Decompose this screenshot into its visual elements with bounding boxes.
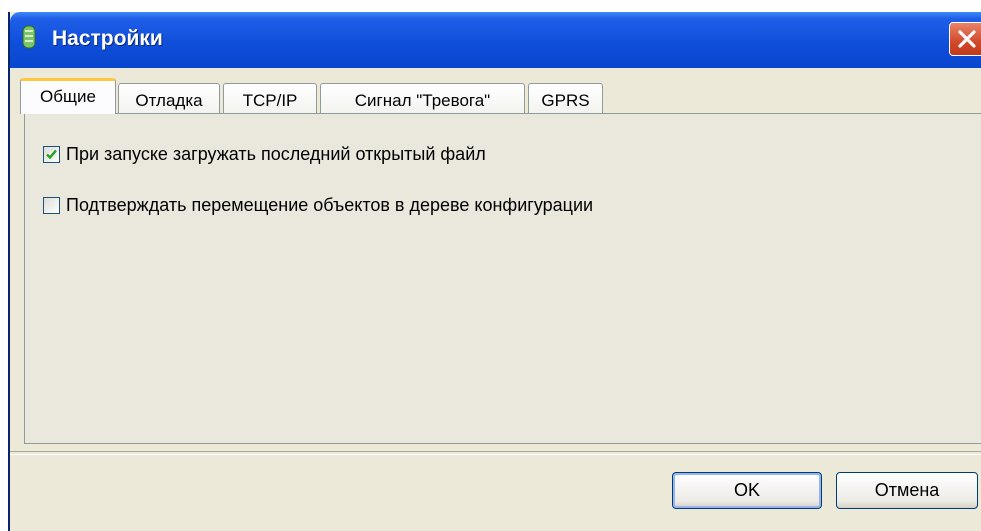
general-panel: При запуске загружать последний открытый… — [24, 113, 981, 444]
window-title: Настройки — [52, 27, 163, 50]
option-load-last-file[interactable]: При запуске загружать последний открытый… — [43, 144, 486, 165]
title-bar[interactable]: Настройки — [10, 12, 981, 68]
checkmark-icon — [46, 149, 57, 160]
tab-strip: Общие Отладка TCP/IP Сигнал "Тревога" GP… — [20, 78, 970, 114]
settings-window: Настройки Общие Отладка TCP/IP Сигнал "Т… — [8, 12, 981, 531]
confirm-move-checkbox[interactable] — [43, 197, 60, 214]
tab-alarm-signal[interactable]: Сигнал "Тревога" — [320, 83, 525, 113]
app-icon — [22, 25, 36, 49]
button-separator — [10, 451, 981, 455]
tab-debug[interactable]: Отладка — [118, 83, 220, 113]
close-icon — [958, 30, 976, 48]
load-last-file-checkbox[interactable] — [43, 146, 60, 163]
load-last-file-label: При запуске загружать последний открытый… — [66, 144, 486, 164]
tab-general[interactable]: Общие — [20, 78, 116, 114]
option-confirm-move[interactable]: Подтверждать перемещение объектов в дере… — [43, 195, 593, 216]
ok-button[interactable]: OK — [672, 472, 822, 509]
confirm-move-label: Подтверждать перемещение объектов в дере… — [66, 195, 594, 215]
close-button[interactable] — [949, 22, 981, 56]
tab-tcpip[interactable]: TCP/IP — [223, 83, 317, 113]
tab-gprs[interactable]: GPRS — [528, 83, 603, 113]
cancel-button[interactable]: Отмена — [836, 472, 978, 509]
